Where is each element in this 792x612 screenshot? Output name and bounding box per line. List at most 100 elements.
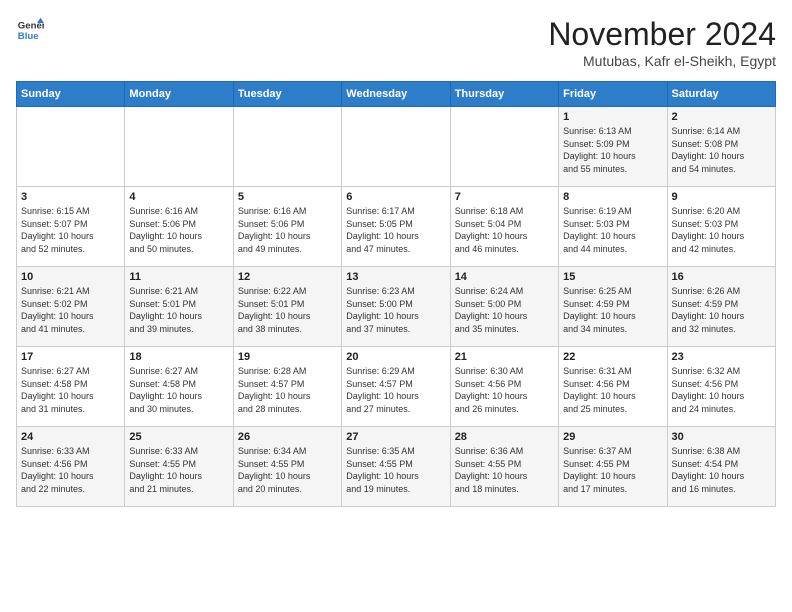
day-number: 11 [129,271,228,283]
svg-text:Blue: Blue [18,31,39,42]
day-cell [17,107,125,187]
day-header-friday: Friday [559,82,667,107]
day-cell: 2 Sunrise: 6:14 AM Sunset: 5:08 PM Daylig… [667,107,775,187]
day-cell: 23 Sunrise: 6:32 AM Sunset: 4:56 PM Dayli… [667,347,775,427]
day-cell: 7Sunrise: 6:18 AM Sunset: 5:04 PM Daylig… [450,187,558,267]
week-row-3: 10 Sunrise: 6:21 AM Sunset: 5:02 PM Dayli… [17,267,776,347]
subtitle: Mutubas, Kafr el-Sheikh, Egypt [548,53,776,69]
day-info: Sunrise: 6:26 AM Sunset: 4:59 PM Dayligh… [672,285,771,335]
day-cell: 10 Sunrise: 6:21 AM Sunset: 5:02 PM Dayli… [17,267,125,347]
day-info: Sunrise: 6:21 AM Sunset: 5:02 PM Dayligh… [21,285,120,335]
week-row-5: 24 Sunrise: 6:33 AM Sunset: 4:56 PM Dayli… [17,427,776,507]
day-info: Sunrise: 6:16 AM Sunset: 5:06 PM Dayligh… [129,205,228,255]
day-cell: 13 Sunrise: 6:23 AM Sunset: 5:00 PM Dayli… [342,267,450,347]
day-info: Sunrise: 6:13 AM Sunset: 5:09 PM Dayligh… [563,125,662,175]
day-number: 13 [346,271,445,283]
logo: General Blue [16,16,44,44]
day-info: Sunrise: 6:19 AM Sunset: 5:03 PM Dayligh… [563,205,662,255]
day-cell: 6 Sunrise: 6:17 AM Sunset: 5:05 PM Daylig… [342,187,450,267]
day-info: Sunrise: 6:22 AM Sunset: 5:01 PM Dayligh… [238,285,337,335]
day-cell: 1 Sunrise: 6:13 AM Sunset: 5:09 PM Daylig… [559,107,667,187]
day-info: Sunrise: 6:34 AM Sunset: 4:55 PM Dayligh… [238,445,337,495]
day-cell: 28 Sunrise: 6:36 AM Sunset: 4:55 PM Dayli… [450,427,558,507]
day-number: 2 [672,111,771,123]
day-info: Sunrise: 6:28 AM Sunset: 4:57 PM Dayligh… [238,365,337,415]
day-cell: 3Sunrise: 6:15 AM Sunset: 5:07 PM Daylig… [17,187,125,267]
logo-icon: General Blue [16,16,44,44]
day-cell: 19 Sunrise: 6:28 AM Sunset: 4:57 PM Dayli… [233,347,341,427]
day-number: 29 [563,431,662,443]
day-number: 4 [129,191,228,203]
day-number: 21 [455,351,554,363]
calendar-table: SundayMondayTuesdayWednesdayThursdayFrid… [16,81,776,507]
day-header-saturday: Saturday [667,82,775,107]
day-info: Sunrise: 6:33 AM Sunset: 4:55 PM Dayligh… [129,445,228,495]
week-row-4: 17Sunrise: 6:27 AM Sunset: 4:58 PM Dayli… [17,347,776,427]
day-cell: 24 Sunrise: 6:33 AM Sunset: 4:56 PM Dayli… [17,427,125,507]
day-cell [125,107,233,187]
day-number: 24 [21,431,120,443]
day-number: 3 [21,191,120,203]
day-cell: 20Sunrise: 6:29 AM Sunset: 4:57 PM Dayli… [342,347,450,427]
day-info: Sunrise: 6:27 AM Sunset: 4:58 PM Dayligh… [21,365,120,415]
day-info: Sunrise: 6:24 AM Sunset: 5:00 PM Dayligh… [455,285,554,335]
day-number: 28 [455,431,554,443]
day-cell [233,107,341,187]
day-info: Sunrise: 6:32 AM Sunset: 4:56 PM Dayligh… [672,365,771,415]
day-number: 10 [21,271,120,283]
day-cell: 8 Sunrise: 6:19 AM Sunset: 5:03 PM Daylig… [559,187,667,267]
day-info: Sunrise: 6:17 AM Sunset: 5:05 PM Dayligh… [346,205,445,255]
day-info: Sunrise: 6:35 AM Sunset: 4:55 PM Dayligh… [346,445,445,495]
day-number: 19 [238,351,337,363]
day-number: 1 [563,111,662,123]
day-info: Sunrise: 6:30 AM Sunset: 4:56 PM Dayligh… [455,365,554,415]
day-number: 15 [563,271,662,283]
day-info: Sunrise: 6:14 AM Sunset: 5:08 PM Dayligh… [672,125,771,175]
day-info: Sunrise: 6:29 AM Sunset: 4:57 PM Dayligh… [346,365,445,415]
day-header-wednesday: Wednesday [342,82,450,107]
day-cell: 18 Sunrise: 6:27 AM Sunset: 4:58 PM Dayli… [125,347,233,427]
day-number: 12 [238,271,337,283]
day-info: Sunrise: 6:31 AM Sunset: 4:56 PM Dayligh… [563,365,662,415]
day-cell: 16 Sunrise: 6:26 AM Sunset: 4:59 PM Dayli… [667,267,775,347]
day-number: 27 [346,431,445,443]
day-cell: 12 Sunrise: 6:22 AM Sunset: 5:01 PM Dayli… [233,267,341,347]
day-info: Sunrise: 6:18 AM Sunset: 5:04 PM Dayligh… [455,205,554,255]
day-number: 30 [672,431,771,443]
day-cell: 9Sunrise: 6:20 AM Sunset: 5:03 PM Daylig… [667,187,775,267]
day-cell: 5 Sunrise: 6:16 AM Sunset: 5:06 PM Daylig… [233,187,341,267]
week-row-1: 1 Sunrise: 6:13 AM Sunset: 5:09 PM Daylig… [17,107,776,187]
day-cell [342,107,450,187]
day-number: 16 [672,271,771,283]
day-info: Sunrise: 6:37 AM Sunset: 4:55 PM Dayligh… [563,445,662,495]
day-info: Sunrise: 6:16 AM Sunset: 5:06 PM Dayligh… [238,205,337,255]
day-info: Sunrise: 6:33 AM Sunset: 4:56 PM Dayligh… [21,445,120,495]
month-title: November 2024 [548,16,776,53]
header-row: SundayMondayTuesdayWednesdayThursdayFrid… [17,82,776,107]
day-number: 23 [672,351,771,363]
day-number: 14 [455,271,554,283]
day-header-thursday: Thursday [450,82,558,107]
day-number: 18 [129,351,228,363]
day-cell: 29 Sunrise: 6:37 AM Sunset: 4:55 PM Dayli… [559,427,667,507]
day-number: 22 [563,351,662,363]
day-number: 8 [563,191,662,203]
day-cell: 15 Sunrise: 6:25 AM Sunset: 4:59 PM Dayli… [559,267,667,347]
day-cell [450,107,558,187]
day-info: Sunrise: 6:20 AM Sunset: 5:03 PM Dayligh… [672,205,771,255]
day-info: Sunrise: 6:36 AM Sunset: 4:55 PM Dayligh… [455,445,554,495]
header: General Blue November 2024 Mutubas, Kafr… [16,16,776,69]
day-cell: 26 Sunrise: 6:34 AM Sunset: 4:55 PM Dayli… [233,427,341,507]
day-info: Sunrise: 6:23 AM Sunset: 5:00 PM Dayligh… [346,285,445,335]
day-info: Sunrise: 6:25 AM Sunset: 4:59 PM Dayligh… [563,285,662,335]
day-cell: 27 Sunrise: 6:35 AM Sunset: 4:55 PM Dayli… [342,427,450,507]
day-cell: 30Sunrise: 6:38 AM Sunset: 4:54 PM Dayli… [667,427,775,507]
day-number: 26 [238,431,337,443]
day-header-tuesday: Tuesday [233,82,341,107]
calendar-header: SundayMondayTuesdayWednesdayThursdayFrid… [17,82,776,107]
day-info: Sunrise: 6:21 AM Sunset: 5:01 PM Dayligh… [129,285,228,335]
day-number: 6 [346,191,445,203]
day-info: Sunrise: 6:27 AM Sunset: 4:58 PM Dayligh… [129,365,228,415]
day-cell: 21 Sunrise: 6:30 AM Sunset: 4:56 PM Dayli… [450,347,558,427]
day-number: 5 [238,191,337,203]
